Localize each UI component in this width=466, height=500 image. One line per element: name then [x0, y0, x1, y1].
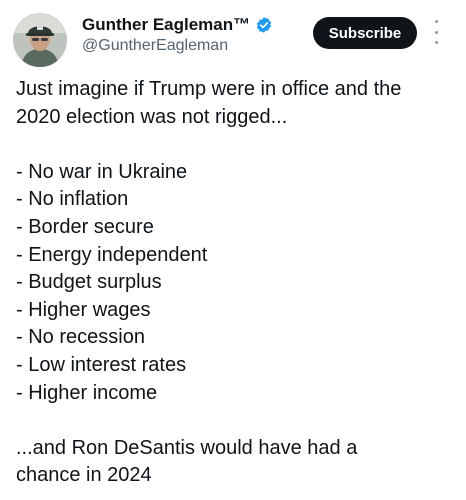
tweet-intro-line: Just imagine if Trump were in office and…	[16, 78, 402, 100]
tweet-list-item: - Energy independent	[16, 243, 208, 266]
tweet-list-item: - Border secure	[16, 215, 154, 238]
subscribe-button[interactable]: Subscribe	[313, 17, 417, 49]
more-dot	[434, 30, 438, 34]
tweet-list-item: - No recession	[16, 326, 145, 349]
tweet-text: Just imagine if Trump were in office and…	[16, 76, 456, 490]
tweet-list-item: - Budget surplus	[16, 271, 162, 294]
tweet-outro-line: chance in 2024	[16, 464, 152, 487]
display-name[interactable]: Gunther Eagleman™	[82, 15, 250, 35]
tweet-list-item: - Higher wages	[16, 298, 151, 321]
more-dot	[434, 20, 438, 23]
more-vertical-icon[interactable]	[430, 20, 442, 44]
more-dot	[434, 41, 438, 44]
tweet-outro-line: ...and Ron DeSantis would have had a	[16, 436, 358, 459]
name-row: Gunther Eagleman™	[82, 15, 273, 35]
avatar[interactable]	[13, 13, 67, 67]
tweet-list-item: - No war in Ukraine	[16, 160, 188, 183]
tweet-intro-line: 2020 election was not rigged...	[16, 105, 288, 128]
avatar-photo	[13, 13, 67, 67]
tweet-list-item: - No inflation	[16, 188, 129, 211]
verified-badge-icon	[255, 16, 273, 34]
tweet-list-item: - Higher income	[16, 381, 158, 404]
tweet-header: Gunther Eagleman™ @GuntherEagleman Subsc…	[0, 0, 466, 70]
tweet-list-item: - Low interest rates	[16, 353, 187, 376]
user-handle[interactable]: @GuntherEagleman	[82, 37, 228, 55]
